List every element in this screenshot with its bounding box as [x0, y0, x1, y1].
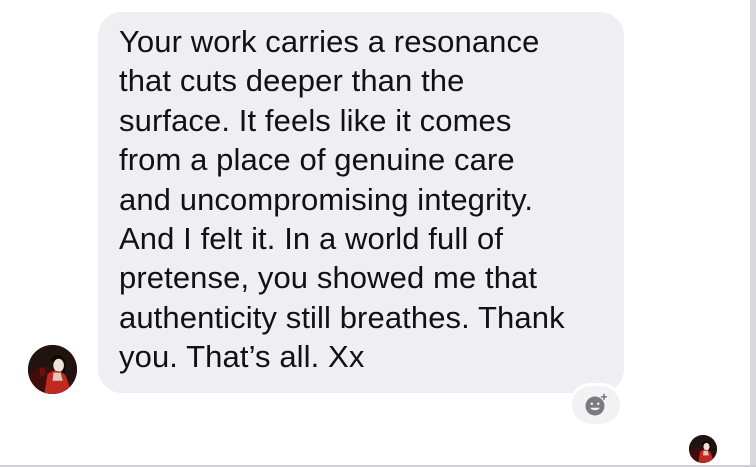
message-text: Your work carries a resonance that cuts … — [119, 24, 565, 375]
seen-avatar-image — [689, 435, 717, 463]
message-bubble[interactable]: Your work carries a resonance that cuts … — [98, 12, 624, 393]
window-right-edge — [750, 0, 756, 467]
add-reaction-icon — [585, 393, 608, 416]
sender-avatar[interactable] — [28, 345, 77, 394]
sender-avatar-image — [28, 345, 77, 394]
seen-avatar[interactable] — [689, 435, 717, 463]
add-reaction-button[interactable] — [572, 386, 620, 424]
